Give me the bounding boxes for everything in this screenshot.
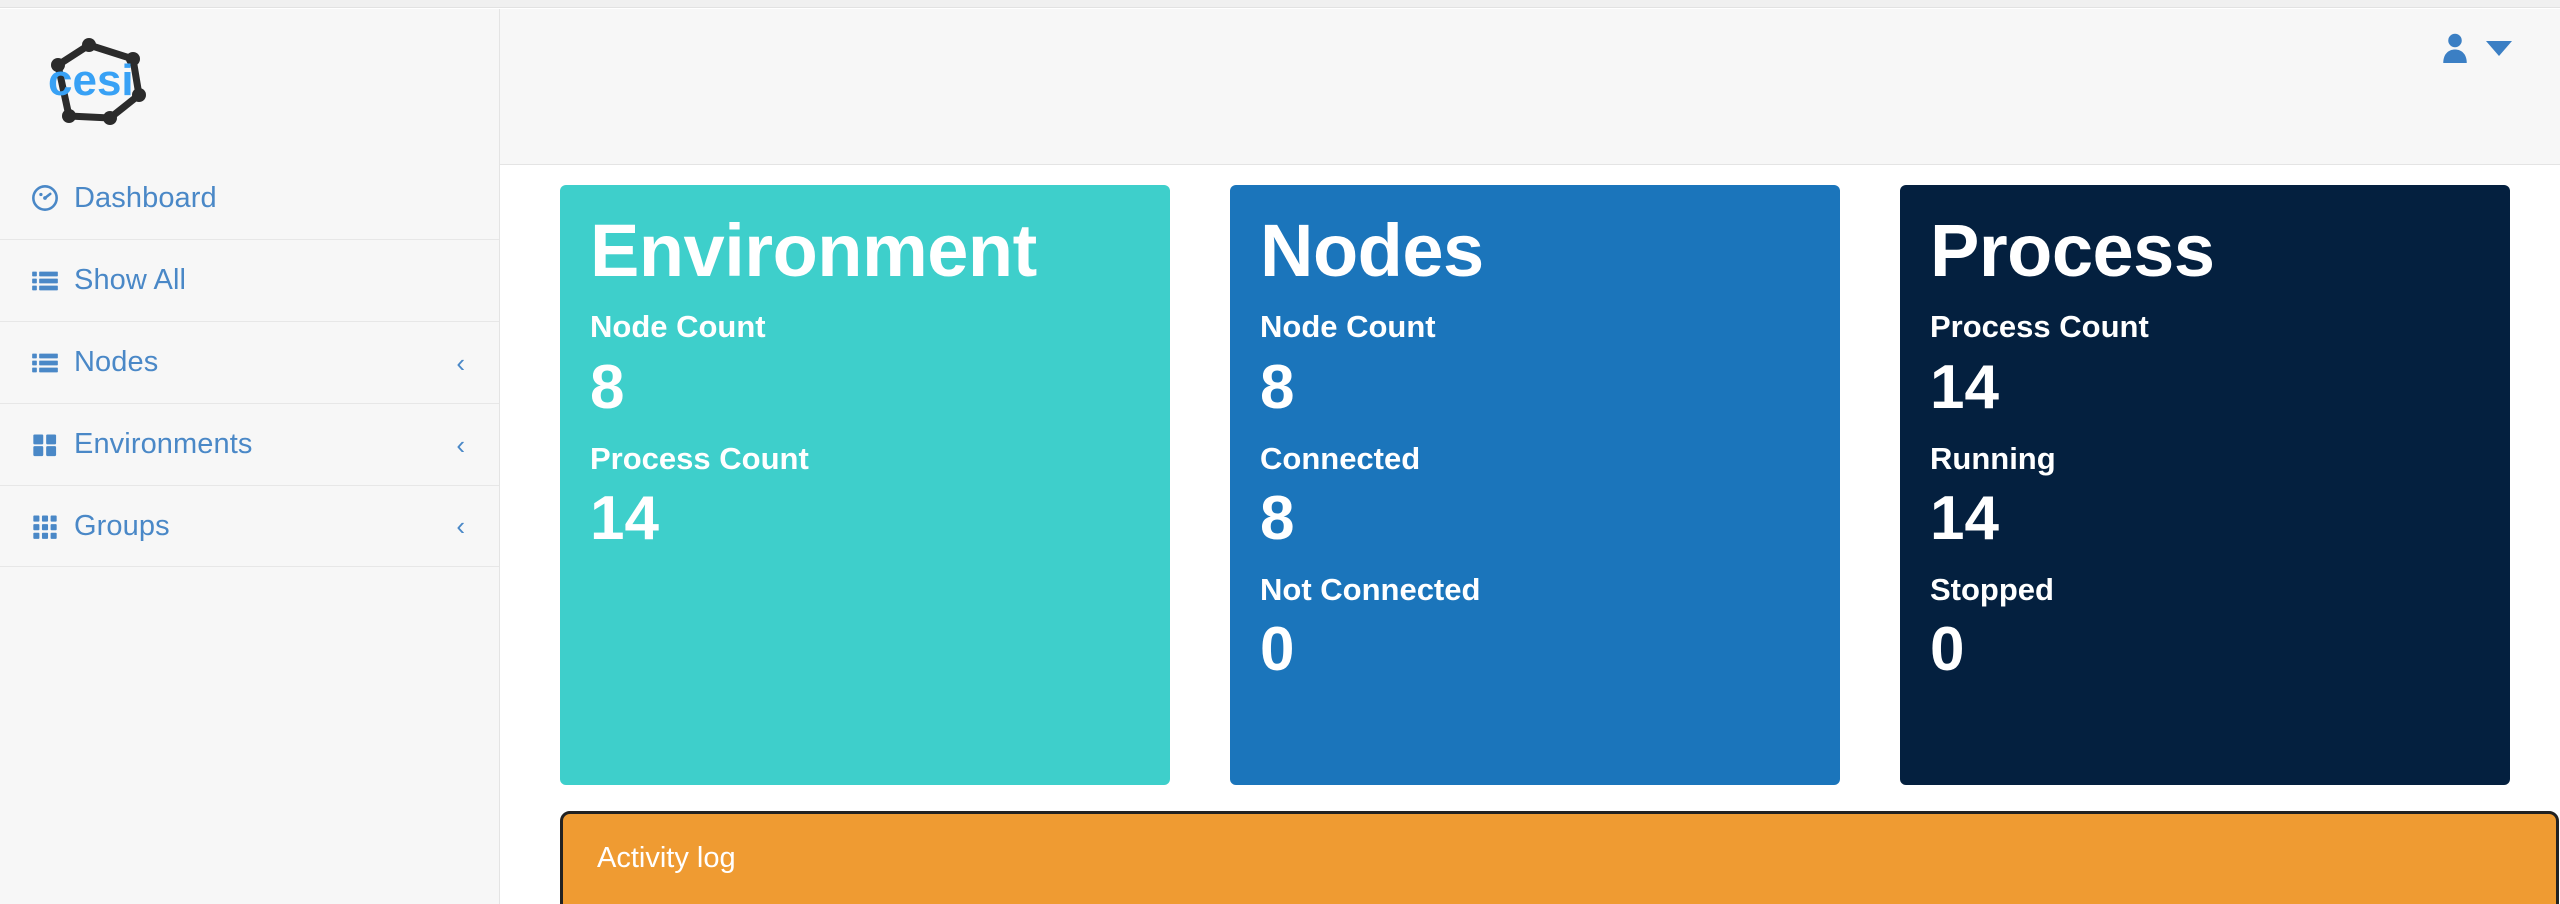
card-title: Process (1930, 209, 2215, 292)
brand-logo-area[interactable]: cesi (0, 9, 499, 157)
stat-value: 8 (1260, 483, 1295, 553)
card-nodes[interactable]: Nodes Node Count 8 Connected 8 Not Conne… (1230, 185, 1840, 785)
grid-3x3-icon (30, 511, 60, 541)
sidebar-item-label: Dashboard (74, 181, 217, 214)
sidebar-nav: Dashboard Show All Nodes ‹ Environments … (0, 157, 499, 567)
stat-value: 14 (1930, 352, 1999, 422)
sidebar-item-show-all[interactable]: Show All (0, 239, 499, 321)
activity-log-title: Activity log (597, 842, 736, 874)
stat-label: Connected (1260, 440, 1421, 476)
summary-cards: Environment Node Count 8 Process Count 1… (560, 185, 2510, 785)
sidebar-item-label: Show All (74, 264, 187, 296)
dashboard-gauge-icon (30, 183, 60, 213)
list-icon (30, 348, 60, 378)
sidebar-item-nodes[interactable]: Nodes ‹ (0, 321, 499, 403)
stat-value: 0 (1930, 614, 1965, 684)
activity-log-panel[interactable]: Activity log (560, 811, 2559, 904)
chevron-down-icon (2486, 40, 2512, 56)
stat-label: Stopped (1930, 571, 2054, 607)
card-process[interactable]: Process Process Count 14 Running 14 Stop… (1900, 185, 2510, 785)
stat-label: Running (1930, 440, 2056, 476)
sidebar-item-dashboard[interactable]: Dashboard (0, 157, 499, 239)
list-icon (30, 266, 60, 296)
sidebar-item-groups[interactable]: Groups ‹ (0, 485, 499, 567)
stat-value: 14 (590, 483, 659, 553)
stat-value: 14 (1930, 483, 1999, 553)
stat-label: Node Count (590, 309, 766, 345)
stat-label: Not Connected (1260, 571, 1481, 607)
chevron-left-icon[interactable]: ‹ (456, 350, 465, 376)
top-header (500, 9, 2560, 165)
stat-label: Node Count (1260, 309, 1436, 345)
top-strip (0, 0, 2560, 8)
cesi-node-graph-logo: cesi (48, 38, 146, 125)
stat-value: 8 (1260, 352, 1295, 422)
sidebar-item-label: Nodes (74, 346, 159, 378)
card-title: Nodes (1260, 209, 1484, 292)
grid-2x2-icon (30, 430, 60, 460)
chevron-left-icon[interactable]: ‹ (456, 513, 465, 539)
card-title: Environment (590, 209, 1037, 292)
user-avatar-icon (2443, 33, 2467, 63)
main-content: Environment Node Count 8 Process Count 1… (501, 166, 2560, 904)
stat-label: Process Count (590, 440, 809, 476)
user-menu-button[interactable] (2440, 31, 2512, 65)
sidebar-item-environments[interactable]: Environments ‹ (0, 403, 499, 485)
chevron-left-icon[interactable]: ‹ (456, 432, 465, 458)
sidebar-item-label: Groups (74, 509, 170, 542)
stat-label: Process Count (1930, 309, 2149, 345)
dashboard-page: cesi Dashboard Show All Nodes ‹ Environm… (0, 0, 2560, 904)
card-environment[interactable]: Environment Node Count 8 Process Count 1… (560, 185, 1170, 785)
stat-value: 8 (590, 352, 625, 422)
sidebar: cesi Dashboard Show All Nodes ‹ Environm… (0, 9, 500, 904)
sidebar-item-label: Environments (74, 428, 253, 460)
stat-value: 0 (1260, 614, 1295, 684)
svg-text:cesi: cesi (48, 56, 134, 105)
